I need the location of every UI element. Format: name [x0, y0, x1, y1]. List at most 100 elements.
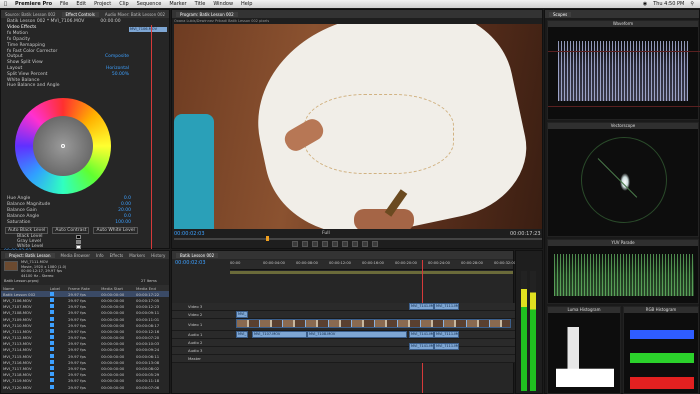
mark-in-button[interactable] — [292, 241, 298, 247]
menu-clip[interactable]: Clip — [119, 1, 128, 7]
effect-row-value[interactable]: 100.00 — [115, 220, 171, 225]
label-color-swatch — [49, 297, 54, 302]
lift-icon[interactable] — [352, 241, 358, 247]
white-level-swatch[interactable] — [76, 244, 81, 249]
clip-a1-e[interactable]: MVI_7111.MOV — [434, 331, 459, 338]
tab-info[interactable]: Info — [96, 253, 104, 258]
effect-row-value[interactable]: 0.0 — [124, 196, 171, 201]
spotlight-icon[interactable]: ⚲ — [690, 1, 694, 7]
effect-row[interactable]: Hue Balance and Angle — [1, 83, 169, 89]
program-scrub-bar[interactable] — [174, 238, 542, 240]
clock[interactable]: Thu 4:50 PM — [653, 1, 684, 7]
go-to-out-icon[interactable] — [342, 241, 348, 247]
menu-file[interactable]: File — [60, 1, 68, 7]
timeline-track[interactable]: Master — [172, 355, 515, 363]
project-row[interactable]: MVI_7112.MOV 29.97 fps 00:00:00:00 00:00:07… — [1, 335, 169, 341]
project-row[interactable]: MVI_7109.MOV 29.97 fps 00:00:00:00 00:00:11… — [1, 316, 169, 322]
effect-row-value[interactable]: Composite — [105, 54, 169, 59]
effect-clip-bar[interactable]: MVI_7106.MOV — [129, 27, 167, 32]
timeline-track[interactable]: Video 2 — [172, 311, 515, 319]
clip-v3-a[interactable]: MVI_7141.MOV — [409, 303, 434, 310]
tab-effect-controls[interactable]: Effect Controls — [61, 11, 99, 17]
apple-icon[interactable]:  — [4, 1, 7, 7]
tab-media-browser[interactable]: Media Browser — [61, 253, 91, 258]
mark-out-button[interactable] — [302, 241, 308, 247]
auto-contrast-button[interactable]: Auto Contrast — [52, 227, 90, 234]
step-back-icon[interactable] — [312, 241, 318, 247]
effect-row[interactable]: Saturation 100.00 — [1, 219, 171, 225]
project-row[interactable]: MVI_7118.MOV 29.97 fps 00:00:00:00 00:00:05… — [1, 372, 169, 378]
effect-clip-name: Batik Lesson 002 * MVI_7106.MOV — [7, 19, 85, 24]
clip-a1-c[interactable]: MVI_7108.MOV — [307, 331, 407, 338]
tab-audio-mixer[interactable]: Audio Mixer: Batik Lesson 002 — [105, 12, 165, 17]
project-row[interactable]: MVI_7117.MOV 29.97 fps 00:00:00:00 00:00:08… — [1, 365, 169, 371]
auto-black-level-button[interactable]: Auto Black Level — [5, 227, 49, 234]
menu-sequence[interactable]: Sequence — [137, 1, 162, 7]
clip-a3-b[interactable]: MVI_7111.MOV — [434, 343, 459, 350]
hue-balance-color-wheel[interactable] — [15, 98, 111, 194]
menu-marker[interactable]: Marker — [169, 1, 186, 7]
clip-a1-a[interactable]: MVI_7106.MOV — [236, 331, 248, 338]
menu-title[interactable]: Title — [195, 1, 206, 7]
effect-row-value[interactable]: 50.00% — [112, 72, 169, 77]
play-icon[interactable] — [322, 241, 328, 247]
tab-markers[interactable]: Markers — [129, 253, 145, 258]
step-forward-icon[interactable] — [332, 241, 338, 247]
program-playhead[interactable] — [266, 236, 269, 241]
tab-source[interactable]: Source: Batik Lesson 002 — [5, 12, 56, 17]
program-fit-select[interactable]: Full — [322, 231, 330, 236]
project-row[interactable]: MVI_7113.MOV 29.97 fps 00:00:00:00 00:00:10… — [1, 341, 169, 347]
menu-window[interactable]: Window — [213, 1, 233, 7]
menu-help[interactable]: Help — [241, 1, 252, 7]
app-name[interactable]: Premiere Pro — [15, 1, 52, 7]
project-row[interactable]: MVI_7115.MOV 29.97 fps 00:00:00:00 00:00:06… — [1, 353, 169, 359]
balance-handle[interactable] — [61, 144, 65, 148]
clip-a3-a[interactable]: MVI_7141.MOV — [409, 343, 434, 350]
tab-scopes[interactable]: Scopes — [549, 11, 572, 17]
auto-white-level-button[interactable]: Auto White Level — [93, 227, 138, 234]
timeline-panel: Batik Lesson 002 00:00:02:03 00:00 00:00:… — [171, 250, 516, 394]
timeline-track[interactable]: Video 3 — [172, 303, 515, 311]
effect-row-value[interactable]: 0.00 — [121, 202, 171, 207]
project-row[interactable]: MVI_7108.MOV 29.97 fps 00:00:00:00 00:00:09… — [1, 310, 169, 316]
effect-row-label: Output — [7, 54, 23, 60]
effect-row-value[interactable]: Horizontal — [106, 66, 169, 71]
project-row[interactable]: MVI_7106.MOV 29.97 fps 00:00:00:00 00:00:17… — [1, 297, 169, 303]
effect-row-value[interactable]: 0.0 — [124, 214, 171, 219]
effect-row-value[interactable]: 20.00 — [118, 208, 171, 213]
project-row[interactable]: MVI_7120.MOV 29.97 fps 00:00:00:00 00:00:07… — [1, 384, 169, 390]
clip-v1-sequence[interactable] — [236, 319, 511, 328]
clip-a1-d[interactable]: MVI_7141.MOV — [409, 331, 434, 338]
gray-level-swatch[interactable] — [76, 239, 81, 244]
export-frame-icon[interactable] — [372, 241, 378, 247]
menu-edit[interactable]: Edit — [76, 1, 86, 7]
project-row[interactable]: MVI_7110.MOV 29.97 fps 00:00:00:00 00:00:08… — [1, 322, 169, 328]
clip-v3-b[interactable]: MVI_7111.MOV — [434, 303, 459, 310]
work-area-bar[interactable] — [230, 271, 513, 274]
wifi-icon[interactable]: ◉ — [643, 1, 647, 7]
project-row[interactable]: MVI_7116.MOV 29.97 fps 00:00:00:00 00:00:13… — [1, 359, 169, 365]
timeline-ruler[interactable]: 00:00 00:00:04:00 00:00:08:00 00:00:12:00 00… — [230, 260, 516, 270]
project-row[interactable]: MVI_7119.MOV 29.97 fps 00:00:00:00 00:00:11… — [1, 378, 169, 384]
tab-effects[interactable]: Effects — [110, 253, 124, 258]
audio-meter-right — [530, 271, 536, 391]
tab-project[interactable]: Project: Batik Lesson — [5, 252, 55, 258]
extract-icon[interactable] — [362, 241, 368, 247]
label-color-swatch — [49, 335, 54, 340]
project-cell: 00:00:07:06 — [136, 384, 160, 390]
project-row[interactable]: MVI_7111.MOV 29.97 fps 00:00:00:00 00:00:12… — [1, 328, 169, 334]
tab-sequence[interactable]: Batik Lesson 002 — [176, 252, 219, 258]
program-monitor: Program: Batik Lesson 002 Oxana Lubis/De… — [171, 9, 543, 249]
project-row[interactable]: MVI_7114.MOV 29.97 fps 00:00:00:00 00:00:09… — [1, 347, 169, 353]
project-row[interactable]: Batik Lesson 002 29.97 fps 00:00:00:00 00:0… — [1, 291, 169, 298]
ruler-tick-label: 00:00:32:00 — [494, 261, 516, 265]
tab-history[interactable]: History — [151, 253, 165, 258]
timeline-track[interactable]: Audio 3 — [172, 347, 515, 355]
timeline-track[interactable]: Audio 2 — [172, 339, 515, 347]
project-row[interactable]: MVI_7107.MOV 29.97 fps 00:00:00:00 00:00:12… — [1, 304, 169, 310]
tab-program[interactable]: Program: Batik Lesson 002 — [176, 11, 238, 17]
menu-project[interactable]: Project — [94, 1, 111, 7]
black-level-swatch[interactable] — [76, 234, 81, 239]
clip-a1-b[interactable]: MVI_7107.MOV — [252, 331, 307, 338]
clip-v2-a[interactable]: MVI_7141.MOV — [236, 311, 248, 318]
